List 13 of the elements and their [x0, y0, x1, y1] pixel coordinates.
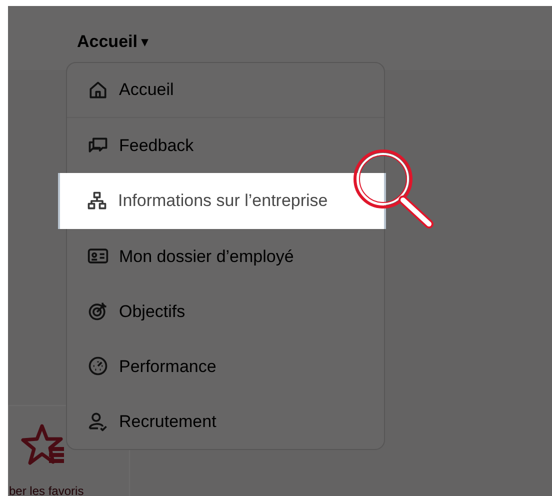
menu-item[interactable]: Objectifs	[67, 284, 384, 339]
menu-item[interactable]: Informations sur l’entreprise	[58, 173, 386, 229]
favorites-label: ber les favoris	[9, 483, 84, 496]
menu-item[interactable]: Performance	[67, 338, 384, 394]
menu-item[interactable]: Mon dossier d’employé	[67, 228, 384, 284]
gauge-icon	[87, 355, 109, 378]
person-check-icon	[87, 410, 109, 432]
menu-item[interactable]: Accueil	[67, 63, 384, 118]
target-icon	[87, 300, 109, 322]
hierarchy-icon	[86, 190, 108, 212]
house-icon	[87, 79, 109, 102]
page-title-dropdown[interactable]: Accueil ▾	[77, 29, 148, 55]
menu-item[interactable]: Feedback	[67, 118, 384, 174]
